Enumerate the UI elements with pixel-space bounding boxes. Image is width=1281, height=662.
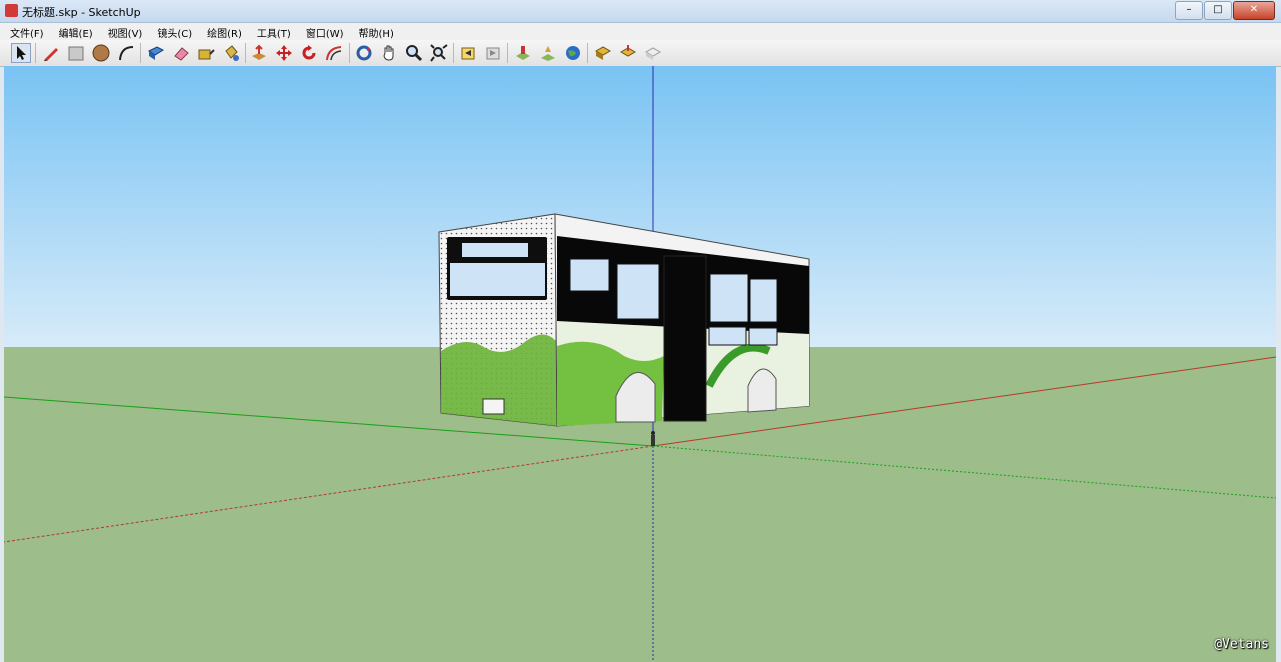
next-view-icon[interactable] bbox=[483, 43, 503, 63]
toolbar-separator bbox=[245, 43, 246, 63]
share-component-icon[interactable] bbox=[643, 43, 663, 63]
model-viewport[interactable] bbox=[4, 66, 1276, 662]
toolbar-separator bbox=[507, 43, 508, 63]
bus-window bbox=[708, 326, 747, 346]
menu-camera[interactable]: 镜头(C) bbox=[147, 23, 197, 40]
tape-measure-icon[interactable] bbox=[196, 43, 216, 63]
zoom-icon[interactable] bbox=[404, 43, 424, 63]
share-model-icon[interactable] bbox=[618, 43, 638, 63]
menu-file[interactable]: 文件(F) bbox=[0, 23, 49, 40]
bus-destination-sign bbox=[462, 243, 528, 257]
menu-edit[interactable]: 编辑(E) bbox=[49, 23, 98, 40]
bus-window bbox=[709, 273, 749, 323]
toolbar-separator bbox=[349, 43, 350, 63]
bus-window bbox=[748, 327, 778, 346]
minimize-button[interactable]: – bbox=[1175, 1, 1203, 20]
arc-icon[interactable] bbox=[116, 43, 136, 63]
maximize-button[interactable]: □ bbox=[1204, 1, 1232, 20]
menu-view[interactable]: 视图(V) bbox=[98, 23, 148, 40]
add-location-icon[interactable] bbox=[513, 43, 533, 63]
window-controls: – □ ✕ bbox=[1175, 1, 1275, 20]
offset-icon[interactable] bbox=[324, 43, 344, 63]
toolbar-separator bbox=[140, 43, 141, 63]
menu-bar: 文件(F) 编辑(E) 视图(V) 镜头(C) 绘图(R) 工具(T) 窗口(W… bbox=[0, 23, 1281, 40]
close-button[interactable]: ✕ bbox=[1233, 1, 1275, 20]
sketchup-logo-icon bbox=[5, 4, 18, 17]
watermark: @Vetans bbox=[1214, 637, 1269, 652]
bus-license-plate bbox=[482, 398, 505, 415]
toggle-terrain-icon[interactable] bbox=[538, 43, 558, 63]
toolbar-separator bbox=[35, 43, 36, 63]
select-icon[interactable] bbox=[11, 43, 31, 63]
window-title: 无标题.skp - SketchUp bbox=[22, 6, 141, 19]
orbit-icon[interactable] bbox=[354, 43, 374, 63]
get-models-icon[interactable] bbox=[593, 43, 613, 63]
make-component-icon[interactable] bbox=[146, 43, 166, 63]
bus-window bbox=[569, 258, 610, 292]
bus-door bbox=[663, 255, 707, 422]
pan-icon[interactable] bbox=[379, 43, 399, 63]
bus-window bbox=[616, 263, 660, 320]
toolbar-separator bbox=[587, 43, 588, 63]
push-pull-icon[interactable] bbox=[249, 43, 269, 63]
circle-icon[interactable] bbox=[91, 43, 111, 63]
scene-canvas bbox=[4, 66, 1276, 662]
title-bar: 无标题.skp - SketchUp – □ ✕ bbox=[0, 0, 1281, 23]
origin-figure bbox=[651, 431, 655, 446]
toolbar-separator bbox=[453, 43, 454, 63]
menu-tools[interactable]: 工具(T) bbox=[247, 23, 296, 40]
pencil-icon[interactable] bbox=[41, 43, 61, 63]
menu-window[interactable]: 窗口(W) bbox=[296, 23, 349, 40]
paint-bucket-icon[interactable] bbox=[221, 43, 241, 63]
main-toolbar bbox=[0, 40, 1281, 67]
rectangle-icon[interactable] bbox=[66, 43, 86, 63]
move-icon[interactable] bbox=[274, 43, 294, 63]
menu-help[interactable]: 帮助(H) bbox=[349, 23, 399, 40]
bus-window bbox=[749, 278, 778, 323]
menu-draw[interactable]: 绘图(R) bbox=[197, 23, 247, 40]
google-earth-icon[interactable] bbox=[563, 43, 583, 63]
eraser-icon[interactable] bbox=[171, 43, 191, 63]
zoom-extents-icon[interactable] bbox=[429, 43, 449, 63]
rotate-icon[interactable] bbox=[299, 43, 319, 63]
bus-rear-window-glass bbox=[450, 263, 545, 296]
previous-view-icon[interactable] bbox=[458, 43, 478, 63]
